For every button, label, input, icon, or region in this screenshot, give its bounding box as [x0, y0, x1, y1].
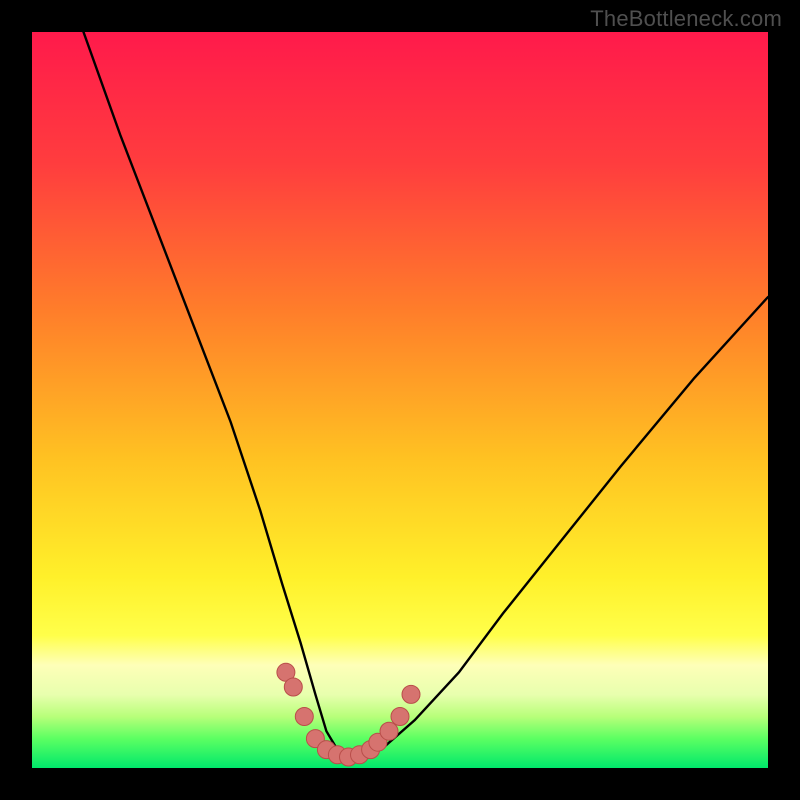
chart-frame: TheBottleneck.com — [0, 0, 800, 800]
watermark-text: TheBottleneck.com — [590, 6, 782, 32]
plot-area — [32, 32, 768, 768]
heat-gradient-background — [32, 32, 768, 768]
